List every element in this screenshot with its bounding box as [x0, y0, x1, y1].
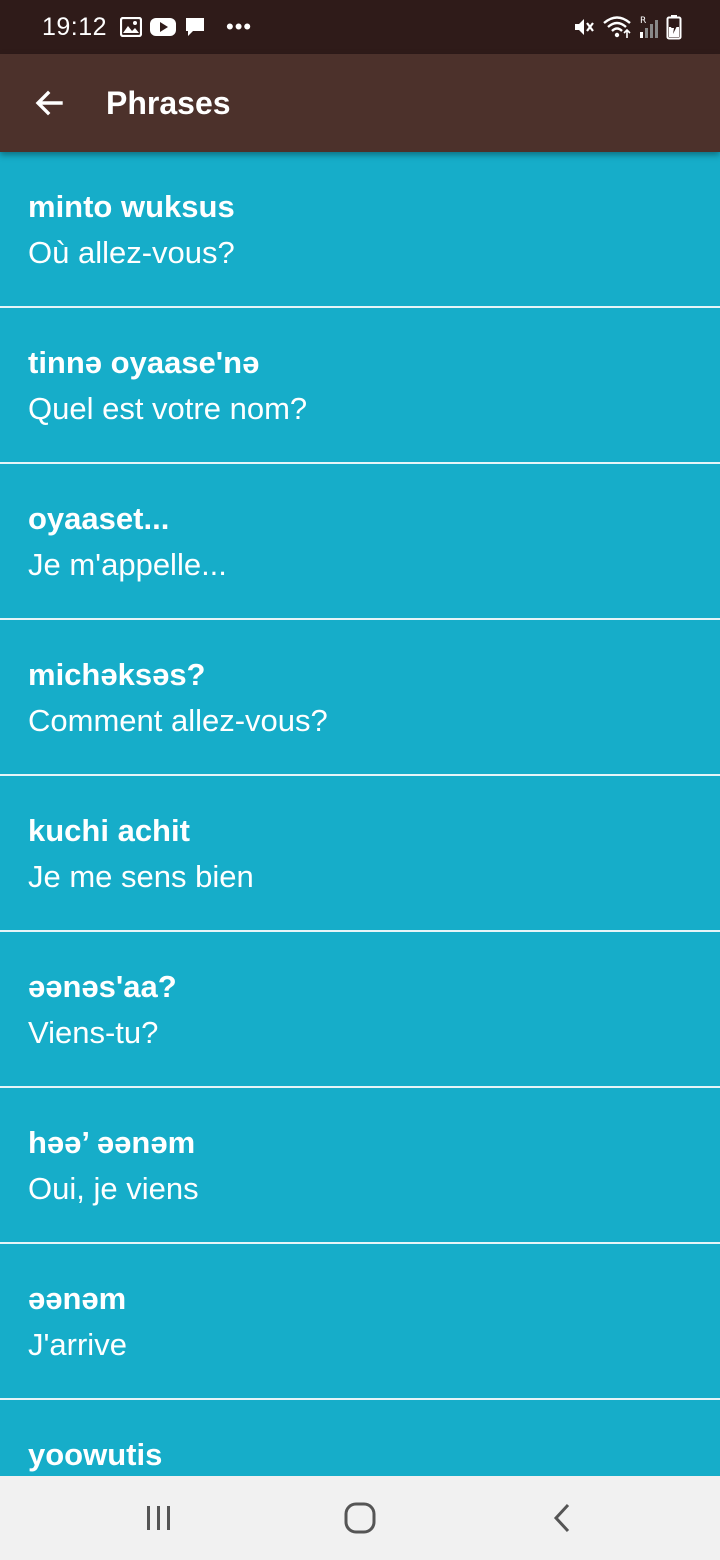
- wifi-icon: [603, 16, 631, 38]
- recents-icon: [147, 1506, 170, 1530]
- home-button[interactable]: [330, 1490, 390, 1546]
- youtube-icon: [150, 18, 176, 36]
- phrase-translation: Comment allez-vous?: [28, 703, 328, 738]
- phrase-translation: Oui, je viens: [28, 1171, 199, 1206]
- phrase-translation: Quel est votre nom?: [28, 391, 308, 426]
- phrase-native: oyaaset...: [28, 501, 170, 536]
- phrase-native: minto wuksus: [28, 189, 235, 224]
- phrase-native: əənəs'aa?: [28, 969, 177, 1004]
- mute-icon: [575, 19, 594, 35]
- phrase-translation: Je m'appelle...: [28, 547, 227, 582]
- page-title: Phrases: [106, 85, 231, 121]
- more-notifications-icon: •••: [226, 14, 253, 39]
- phrase-translation: J'arrive: [28, 1327, 127, 1362]
- phrase-list: minto wuksus Où allez-vous? tinnə oyaase…: [0, 152, 720, 1476]
- list-item[interactable]: əənəm J'arrive: [0, 1244, 720, 1400]
- list-item[interactable]: minto wuksus Où allez-vous?: [0, 152, 720, 308]
- notification-icons: •••: [120, 15, 252, 39]
- app-bar: Phrases: [0, 54, 720, 152]
- recents-button[interactable]: [129, 1490, 189, 1546]
- status-bar: 19:12 ••• R: [0, 0, 720, 54]
- svg-text:R: R: [640, 16, 646, 26]
- list-item[interactable]: yoowutis: [0, 1400, 720, 1476]
- list-item[interactable]: əənəs'aa? Viens-tu?: [0, 932, 720, 1088]
- list-item[interactable]: michəksəs? Comment allez-vous?: [0, 620, 720, 776]
- home-icon: [344, 1502, 376, 1534]
- back-icon: [553, 1503, 570, 1533]
- phrases-screen: 19:12 ••• R Phrases minto wuksus Où alle…: [0, 0, 720, 1560]
- back-button[interactable]: [24, 78, 74, 128]
- phrase-native: həə’ əənəm: [28, 1125, 196, 1160]
- list-item[interactable]: oyaaset... Je m'appelle...: [0, 464, 720, 620]
- phrase-native: yoowutis: [28, 1437, 163, 1472]
- phrase-native: kuchi achit: [28, 813, 190, 848]
- phrase-translation: Où allez-vous?: [28, 235, 235, 270]
- message-icon: [186, 18, 204, 36]
- phrase-translation: Je me sens bien: [28, 859, 254, 894]
- list-item[interactable]: kuchi achit Je me sens bien: [0, 776, 720, 932]
- signal-icon: R: [640, 16, 658, 38]
- phrase-native: michəksəs?: [28, 657, 206, 692]
- system-back-button[interactable]: [532, 1490, 592, 1546]
- system-icons: R: [572, 13, 682, 41]
- list-item[interactable]: həə’ əənəm Oui, je viens: [0, 1088, 720, 1244]
- phrase-native: əənəm: [28, 1281, 127, 1316]
- status-time: 19:12: [42, 13, 108, 41]
- phrase-native: tinnə oyaase'nə: [28, 345, 260, 380]
- arrow-back-icon: [35, 90, 63, 116]
- battery-icon: [666, 15, 682, 40]
- system-nav-bar: [0, 1476, 720, 1560]
- list-item[interactable]: tinnə oyaase'nə Quel est votre nom?: [0, 308, 720, 464]
- gallery-icon: [120, 17, 142, 37]
- phrase-translation: Viens-tu?: [28, 1015, 159, 1050]
